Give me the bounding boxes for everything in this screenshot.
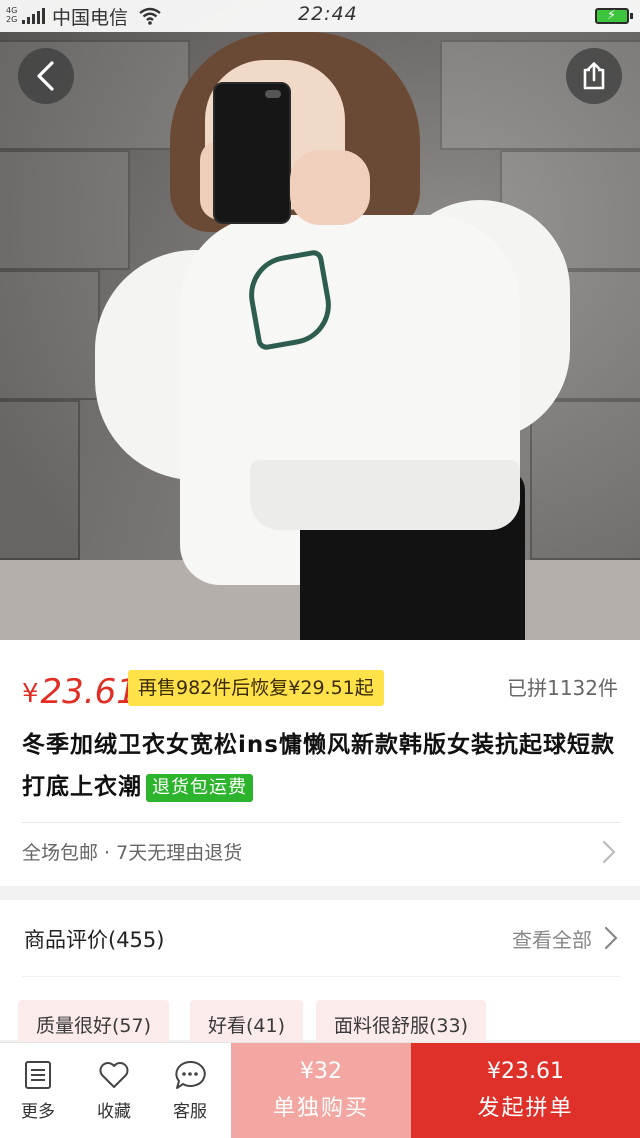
status-bar: 4G 2G 中国电信 22:44 ⚡ (0, 0, 640, 32)
more-label: 更多 (21, 1102, 55, 1122)
view-all-reviews-link[interactable]: 查看全部 (512, 924, 592, 953)
group-buy-price: ¥23.61 (487, 1059, 564, 1084)
sold-count: 已拼1132件 (507, 676, 618, 700)
chevron-right-icon[interactable] (602, 840, 616, 868)
reviews-section: 商品评价(455) 查看全部 质量很好(57) 好看(41) 面料很舒服(33) (0, 900, 640, 1052)
divider (22, 822, 620, 823)
currency-symbol: ¥ (22, 679, 39, 709)
group-buy-label: 发起拼单 (477, 1096, 574, 1121)
single-buy-label: 单独购买 (272, 1096, 369, 1121)
price: ¥ 23.61 (22, 664, 138, 714)
customer-service-button[interactable]: 客服 (160, 1059, 220, 1122)
wifi-icon (138, 6, 162, 31)
shipping-info[interactable]: 全场包邮 · 7天无理由退货 (22, 838, 242, 865)
product-info-card: ¥ 23.61 再售982件后恢复¥29.51起 已拼1132件 冬季加绒卫衣女… (0, 640, 640, 886)
chevron-left-icon (37, 61, 54, 91)
clock: 22:44 (298, 3, 358, 25)
promo-badge: 再售982件后恢复¥29.51起 (128, 670, 384, 706)
price-value: 23.61 (40, 672, 138, 712)
product-title: 冬季加绒卫衣女宽松ins慵懒风新款韩版女装抗起球短款打底上衣潮 退货包运费 (22, 724, 622, 808)
share-icon (583, 62, 605, 90)
network-type: 4G 2G (6, 6, 18, 24)
more-button[interactable]: 更多 (8, 1059, 68, 1122)
product-image[interactable] (0, 0, 640, 640)
divider (22, 976, 620, 977)
reviews-title: 商品评价(455) (24, 928, 165, 952)
back-button[interactable] (18, 48, 74, 104)
share-button[interactable] (566, 48, 622, 104)
product-title-text: 冬季加绒卫衣女宽松ins慵懒风新款韩版女装抗起球短款打底上衣潮 (22, 732, 615, 800)
heart-icon (99, 1062, 129, 1088)
service-label: 客服 (173, 1102, 207, 1122)
chat-bubble-icon (175, 1060, 206, 1089)
menu-icon (25, 1061, 51, 1089)
favorite-label: 收藏 (97, 1102, 131, 1122)
return-shipping-tag: 退货包运费 (146, 773, 253, 802)
chevron-right-icon[interactable] (604, 926, 618, 954)
single-buy-price: ¥32 (300, 1059, 342, 1084)
group-buy-button[interactable]: ¥23.61 发起拼单 (411, 1043, 640, 1138)
signal-icon (22, 8, 45, 24)
single-buy-button[interactable]: ¥32 单独购买 (231, 1043, 411, 1138)
bottom-action-bar: 更多 收藏 客服 ¥32 单独购买 ¥23.61 发起拼单 (0, 1042, 640, 1138)
favorite-button[interactable]: 收藏 (84, 1059, 144, 1122)
battery-charging-icon: ⚡ (595, 8, 633, 24)
carrier-name: 中国电信 (52, 7, 129, 29)
